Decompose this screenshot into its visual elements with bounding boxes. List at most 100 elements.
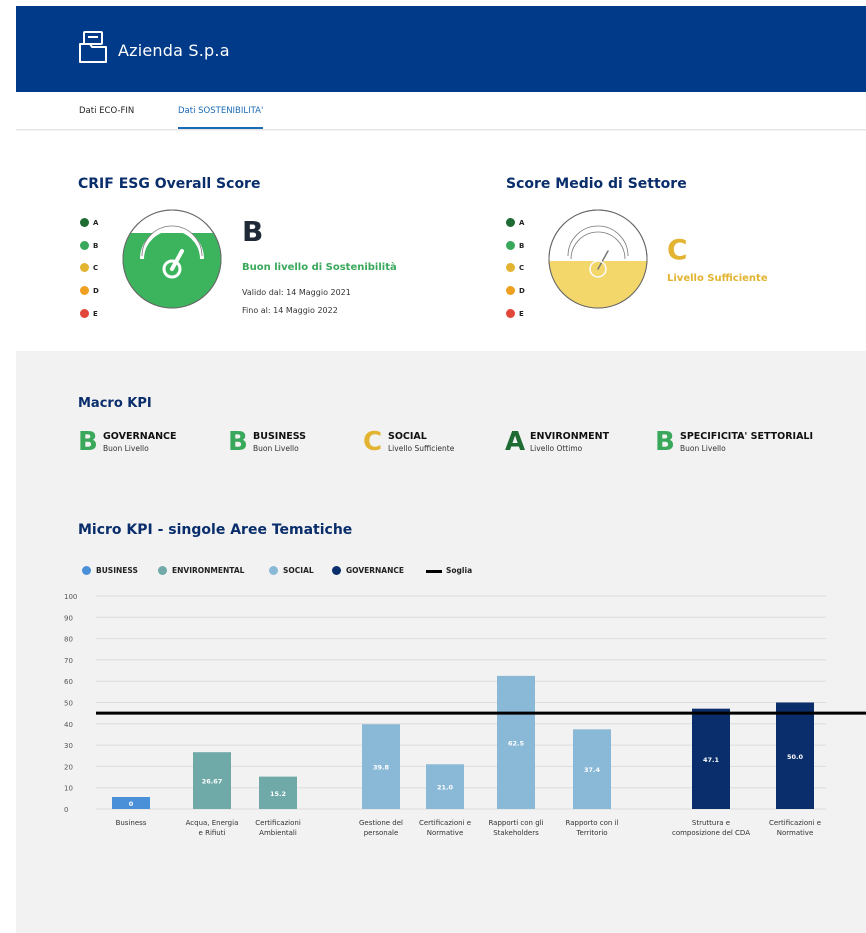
y-tick-label: 100 <box>64 593 77 601</box>
sector-description: Livello Sufficiente <box>667 273 768 284</box>
sector-score-title: Score Medio di Settore <box>506 176 687 192</box>
kpi-level: Buon Livello <box>253 444 299 453</box>
x-category-label: Business <box>116 819 147 827</box>
bar-value-label: 62.5 <box>508 739 525 747</box>
app-header: Azienda S.p.a <box>16 6 866 92</box>
tab-bar: Dati ECO-FIN Dati SOSTENIBILITA' <box>16 92 866 130</box>
overall-score-title: CRIF ESG Overall Score <box>78 176 261 192</box>
grade-dot-b <box>80 241 89 250</box>
grade-dot-e <box>506 309 515 318</box>
kpi-grade: B <box>228 427 248 457</box>
y-tick-label: 70 <box>64 657 73 665</box>
kpi-grade: B <box>655 427 675 457</box>
bar-value-label: 39.8 <box>373 764 390 772</box>
kpi-grade: B <box>78 427 98 457</box>
tab-dati-eco-fin[interactable]: Dati ECO-FIN <box>79 92 134 130</box>
kpi-name: BUSINESS <box>253 431 307 442</box>
x-category-label: Stakeholders <box>493 829 539 837</box>
app-title: Azienda S.p.a <box>118 41 230 60</box>
grade-letter-d: D <box>93 287 99 295</box>
grade-dot-d <box>80 286 89 295</box>
legend-dot <box>332 566 341 575</box>
x-category-label: Normative <box>777 829 814 837</box>
grade-letter-c: C <box>93 264 99 272</box>
legend-label: Soglia <box>446 566 473 575</box>
x-category-label: Gestione del <box>359 819 403 827</box>
sector-gauge-icon <box>548 209 648 309</box>
x-category-label: e Rifiuti <box>199 829 226 837</box>
grade-dot-b <box>506 241 515 250</box>
grade-letter-e: E <box>519 310 524 318</box>
grade-dot-d <box>506 286 515 295</box>
y-tick-label: 30 <box>64 742 73 750</box>
legend-dot <box>269 566 278 575</box>
x-category-label: Rapporto con il <box>566 819 619 827</box>
y-tick-label: 0 <box>64 806 68 814</box>
x-category-label: Ambientali <box>259 829 297 837</box>
kpi-level: Buon Livello <box>103 444 149 453</box>
kpi-level: Livello Ottimo <box>530 444 583 453</box>
micro-kpi-chart: 0 10 20 30 40 50 60 70 80 90 100 0 Business 26.67 Acqu… <box>64 593 866 837</box>
grade-dot-c <box>506 263 515 272</box>
kpi-grade: C <box>363 427 383 457</box>
legend-dot <box>158 566 167 575</box>
y-tick-label: 50 <box>64 700 73 708</box>
overall-gauge-icon <box>122 209 222 309</box>
x-category-label: Certificazioni e <box>419 819 471 827</box>
grade-dot-a <box>506 218 515 227</box>
sector-grade: C <box>667 233 688 266</box>
y-tick-label: 20 <box>64 763 73 771</box>
legend-label: BUSINESS <box>96 566 138 575</box>
x-category-label: Struttura e <box>692 819 730 827</box>
legend-label: ENVIRONMENTAL <box>172 566 245 575</box>
y-tick-label: 80 <box>64 636 73 644</box>
x-category-label: Normative <box>427 829 464 837</box>
x-category-label: Certificazioni e <box>769 819 821 827</box>
bar-value-label: 15.2 <box>270 790 286 798</box>
grade-dot-a <box>80 218 89 227</box>
valid-to: Fino al: 14 Maggio 2022 <box>242 306 338 315</box>
grade-letter-d: D <box>519 287 525 295</box>
overall-description: Buon livello di Sostenibilità <box>242 262 397 273</box>
grade-letter-b: B <box>519 242 525 250</box>
grade-letter-c: C <box>519 264 525 272</box>
score-panel: CRIF ESG Overall Score A B C D E B Buon … <box>16 131 866 351</box>
x-category-label: composizione del CDA <box>672 829 750 837</box>
y-tick-label: 40 <box>64 721 73 729</box>
grade-letter-a: A <box>93 219 99 227</box>
bar-value-label: 21.0 <box>437 784 454 792</box>
x-category-label: Rapporti con gli <box>488 819 543 827</box>
kpi-name: ENVIRONMENT <box>530 431 610 442</box>
x-category-label: Acqua, Energia <box>186 819 239 827</box>
tab-dati-sostenibilita[interactable]: Dati SOSTENIBILITA' <box>178 92 264 129</box>
bar-value-label: 0 <box>129 800 134 808</box>
overall-grade: B <box>242 215 264 248</box>
y-tick-label: 90 <box>64 614 73 622</box>
kpi-grade: A <box>505 427 526 457</box>
kpi-name: SPECIFICITA' SETTORIALI <box>680 431 814 442</box>
bar-value-label: 50.0 <box>787 753 804 761</box>
x-category-label: Certificazioni <box>255 819 301 827</box>
grade-dot-c <box>80 263 89 272</box>
kpi-level: Buon Livello <box>680 444 726 453</box>
grade-letter-a: A <box>519 219 525 227</box>
grade-letter-e: E <box>93 310 98 318</box>
valid-from: Valido dal: 14 Maggio 2021 <box>242 288 351 297</box>
kpi-level: Livello Sufficiente <box>388 444 455 453</box>
macro-kpi-title: Macro KPI <box>78 396 152 411</box>
legend-label: GOVERNANCE <box>346 566 405 575</box>
legend-label: SOCIAL <box>283 566 314 575</box>
grade-letter-b: B <box>93 242 99 250</box>
bar-value-label: 26.67 <box>202 778 223 786</box>
bar-value-label: 47.1 <box>703 756 720 764</box>
micro-kpi-title: Micro KPI - singole Aree Tematiche <box>78 522 353 538</box>
legend-dot <box>82 566 91 575</box>
page-frame: Azienda S.p.a Dati ECO-FIN Dati SOSTENIB… <box>16 6 866 933</box>
kpi-name: GOVERNANCE <box>103 431 177 442</box>
folder-icon <box>79 31 107 63</box>
kpi-name: SOCIAL <box>388 431 427 442</box>
x-category-label: personale <box>364 829 399 837</box>
grade-dot-e <box>80 309 89 318</box>
x-category-label: Territorio <box>575 829 607 837</box>
legend-line <box>426 570 442 573</box>
